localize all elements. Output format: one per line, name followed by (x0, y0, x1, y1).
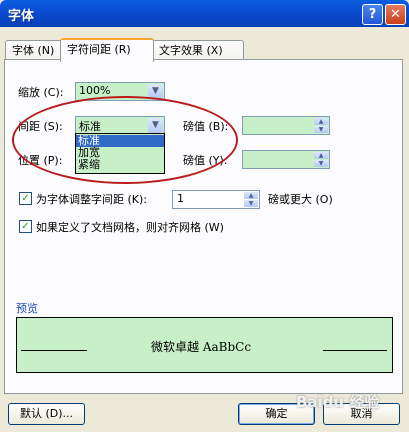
position-points-label: 磅值 (Y): (183, 154, 228, 167)
grid-label: 如果定义了文档网格，则对齐网格 (W) (36, 221, 224, 234)
preview-text: 微软卓越 AaBbCc (151, 340, 252, 354)
kerning-checkbox[interactable]: ✓ (19, 192, 32, 205)
spin-down-icon[interactable]: ▼ (244, 200, 258, 207)
watermark-logo: Baidu 经验 (296, 393, 380, 411)
preview-box: 微软卓越 AaBbCc (16, 317, 393, 373)
kerning-label: 为字体调整字间距 (K): (36, 193, 147, 206)
position-points-spinner[interactable]: ▲ ▼ (242, 150, 330, 169)
kerning-suffix: 磅或更大 (O) (268, 193, 333, 206)
title-bar: 字体 ? ✕ (0, 0, 409, 27)
chevron-down-icon[interactable]: ▼ (148, 118, 163, 133)
spin-down-icon[interactable]: ▼ (314, 160, 328, 167)
spacing-label: 间距 (S): (18, 120, 63, 133)
spin-up-icon[interactable]: ▲ (314, 152, 328, 159)
preview-label: 预览 (16, 302, 38, 315)
position-label: 位置 (P): (18, 154, 63, 167)
spacing-points-label: 磅值 (B): (183, 120, 229, 133)
spacing-points-spinner[interactable]: ▲ ▼ (242, 116, 330, 135)
spin-down-icon[interactable]: ▼ (314, 126, 328, 133)
spin-up-icon[interactable]: ▲ (314, 118, 328, 125)
kerning-spinner[interactable]: 1 ▲ ▼ (172, 190, 260, 209)
scale-value: 100% (79, 84, 111, 97)
tab-font[interactable]: 字体 (N) (5, 40, 63, 60)
preview-baseline-right (323, 350, 387, 351)
spacing-dropdown-list[interactable]: 标准 加宽 紧缩 (75, 133, 165, 174)
grid-checkbox[interactable]: ✓ (19, 220, 32, 233)
tab-text-effects[interactable]: 文字效果 (X) (152, 40, 244, 60)
scale-label: 缩放 (C): (18, 86, 64, 99)
spacing-value: 标准 (79, 120, 101, 133)
option-condensed[interactable]: 紧缩 (76, 159, 164, 171)
help-button[interactable]: ? (362, 4, 383, 25)
default-button[interactable]: 默认 (D)... (8, 403, 85, 425)
tab-character-spacing[interactable]: 字符间距 (R) (60, 38, 154, 62)
window-title: 字体 (8, 9, 35, 24)
spin-up-icon[interactable]: ▲ (244, 192, 258, 199)
preview-baseline-left (21, 350, 87, 351)
close-button[interactable]: ✕ (385, 4, 406, 25)
kerning-value: 1 (177, 192, 184, 205)
chevron-down-icon[interactable]: ▼ (148, 84, 163, 99)
scale-select[interactable]: 100% ▼ (75, 82, 165, 101)
